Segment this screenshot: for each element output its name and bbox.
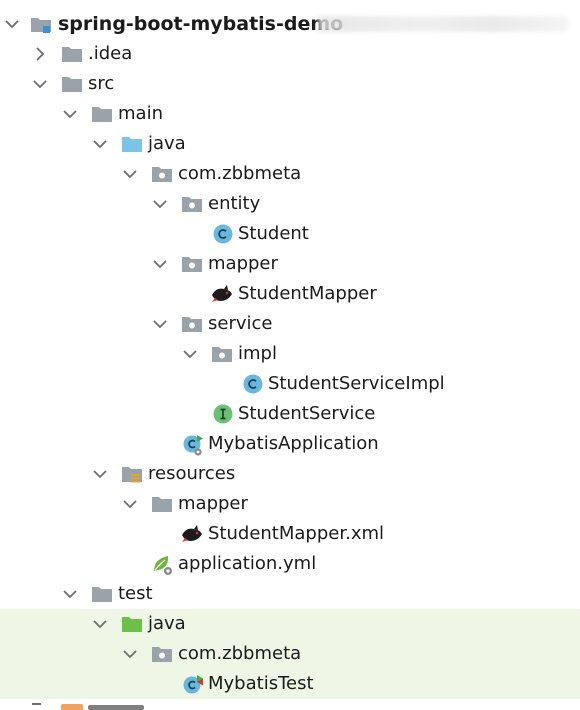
main-folder-label: main <box>118 103 163 124</box>
project-path-blurred <box>318 16 568 32</box>
chevron-down-icon[interactable] <box>122 489 138 519</box>
source-folder-icon <box>121 133 143 155</box>
tree-row-package-main[interactable]: com.zbbmeta <box>0 159 580 189</box>
service-package-label: service <box>208 313 273 334</box>
tree-row-package-test[interactable]: com.zbbmeta <box>0 639 580 669</box>
tree-row-idea[interactable]: .idea <box>0 39 580 69</box>
mybatis-bird-icon <box>180 523 202 545</box>
student-class-label: Student <box>238 223 309 244</box>
chevron-down-icon[interactable] <box>182 339 198 369</box>
chevron-down-icon[interactable] <box>152 249 168 279</box>
idea-folder-label: .idea <box>88 43 133 64</box>
chevron-right-icon[interactable] <box>32 39 48 69</box>
package-icon <box>151 643 173 665</box>
project-tree: spring-boot-mybatis-demo .idea src main <box>0 0 580 710</box>
package-icon <box>181 193 203 215</box>
package-test-label: com.zbbmeta <box>178 643 302 664</box>
tree-row-main[interactable]: main <box>0 99 580 129</box>
tree-row-mybatis-application[interactable]: MybatisApplication <box>0 429 580 459</box>
tree-row-resources-mapper[interactable]: mapper <box>0 489 580 519</box>
tree-row-mybatis-test[interactable]: MybatisTest <box>0 669 580 699</box>
clipped-label <box>88 705 144 710</box>
tree-row-student-service[interactable]: StudentService <box>0 399 580 429</box>
chevron-down-icon[interactable] <box>62 99 78 129</box>
resources-folder-label: resources <box>148 463 236 484</box>
chevron-down-icon[interactable] <box>152 309 168 339</box>
chevron-down-icon[interactable] <box>32 69 48 99</box>
chevron-down-icon[interactable] <box>92 129 108 159</box>
mybatis-test-label: MybatisTest <box>208 673 314 694</box>
clipped-row-chevron <box>32 703 41 710</box>
mapper-package-label: mapper <box>208 253 278 274</box>
mybatis-bird-icon <box>210 283 232 305</box>
impl-package-label: impl <box>238 343 277 364</box>
entity-package-label: entity <box>208 193 261 214</box>
student-service-impl-label: StudentServiceImpl <box>268 373 445 394</box>
tree-row-project-root[interactable]: spring-boot-mybatis-demo <box>0 9 580 39</box>
main-java-folder-label: java <box>148 133 186 154</box>
folder-icon <box>91 103 113 125</box>
chevron-down-icon[interactable] <box>92 609 108 639</box>
chevron-down-icon[interactable] <box>4 9 20 39</box>
tree-row-student-mapper[interactable]: StudentMapper <box>0 279 580 309</box>
tree-row-student-mapper-xml[interactable]: StudentMapper.xml <box>0 519 580 549</box>
student-mapper-xml-label: StudentMapper.xml <box>208 523 385 544</box>
package-icon <box>151 163 173 185</box>
tree-row-application-yml[interactable]: application.yml <box>0 549 580 579</box>
tree-row-student-service-impl[interactable]: StudentServiceImpl <box>0 369 580 399</box>
chevron-down-icon[interactable] <box>122 639 138 669</box>
module-folder-icon <box>30 13 52 35</box>
spring-boot-application-class-icon <box>182 433 204 456</box>
package-main-label: com.zbbmeta <box>178 163 302 184</box>
class-icon <box>242 373 264 395</box>
student-mapper-label: StudentMapper <box>238 283 377 304</box>
folder-icon <box>61 43 83 65</box>
chevron-down-icon[interactable] <box>152 189 168 219</box>
tree-row-src[interactable]: src <box>0 69 580 99</box>
tree-row-resources[interactable]: resources <box>0 459 580 489</box>
tree-row-mapper-package[interactable]: mapper <box>0 249 580 279</box>
tree-row-service-package[interactable]: service <box>0 309 580 339</box>
interface-icon <box>212 403 234 425</box>
package-icon <box>211 343 233 365</box>
package-icon <box>181 253 203 275</box>
tree-row-impl-package[interactable]: impl <box>0 339 580 369</box>
mybatis-application-label: MybatisApplication <box>208 433 379 454</box>
folder-icon <box>91 583 113 605</box>
tree-row-test-java[interactable]: java <box>0 609 580 639</box>
chevron-down-icon[interactable] <box>122 159 138 189</box>
test-folder-label: test <box>118 583 153 604</box>
folder-icon <box>151 493 173 515</box>
chevron-down-icon[interactable] <box>62 579 78 609</box>
student-service-label: StudentService <box>238 403 376 424</box>
tree-row-entity[interactable]: entity <box>0 189 580 219</box>
src-folder-label: src <box>88 73 115 94</box>
spring-config-leaf-icon <box>151 553 173 575</box>
project-root-label: spring-boot-mybatis-demo <box>58 13 344 35</box>
test-class-icon <box>182 673 204 695</box>
folder-icon <box>61 73 83 95</box>
resources-folder-icon <box>121 463 143 485</box>
tree-row-main-java[interactable]: java <box>0 129 580 159</box>
tree-row-test[interactable]: test <box>0 579 580 609</box>
test-source-folder-icon <box>121 613 143 635</box>
package-icon <box>181 313 203 335</box>
chevron-down-icon[interactable] <box>92 459 108 489</box>
tree-row-student-class[interactable]: Student <box>0 219 580 249</box>
resources-mapper-folder-label: mapper <box>178 493 248 514</box>
class-icon <box>212 223 234 245</box>
application-yml-label: application.yml <box>178 553 317 574</box>
test-java-folder-label: java <box>148 613 186 634</box>
clipped-folder-icon <box>61 704 83 710</box>
